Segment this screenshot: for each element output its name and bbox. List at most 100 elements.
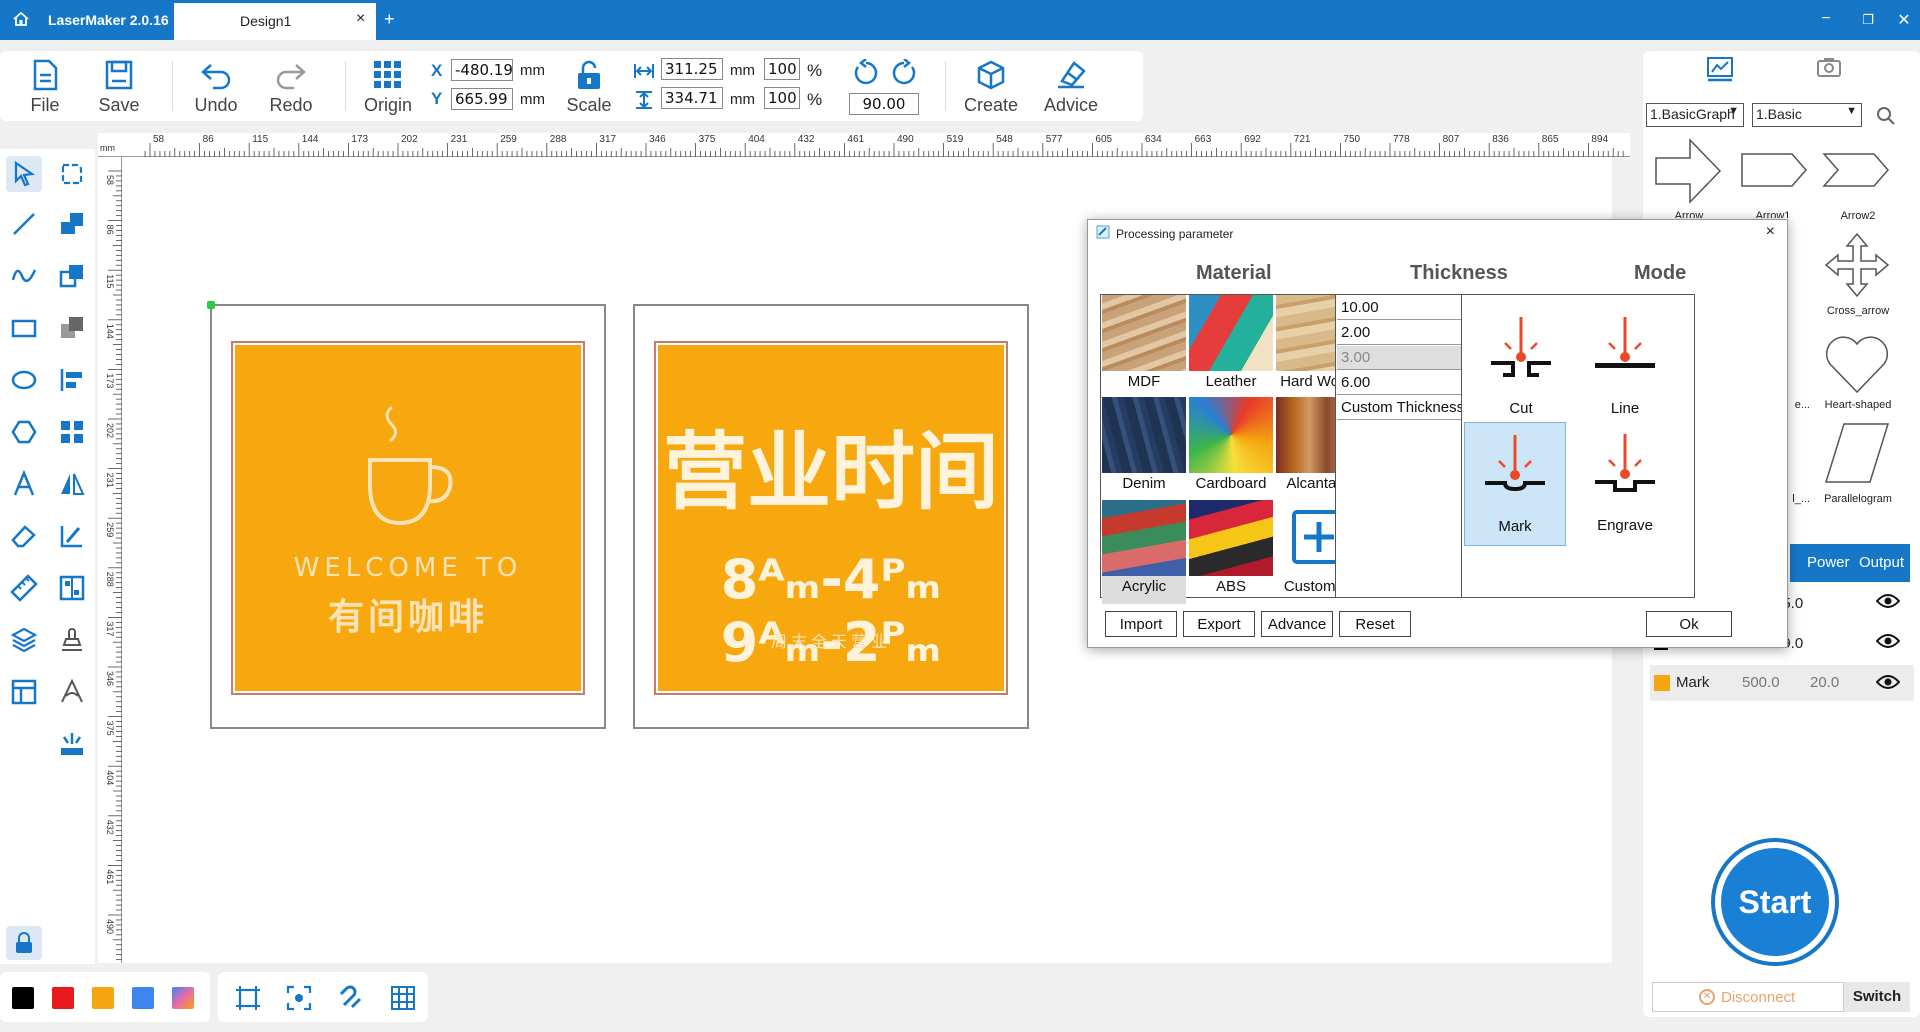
y-position-input[interactable]: 665.99 — [451, 88, 513, 110]
tab-design1[interactable]: Design1 × — [174, 3, 376, 40]
height-percent-input[interactable]: 100 — [764, 87, 800, 109]
height-input[interactable]: 334.71 — [661, 87, 723, 109]
color-swatch-black[interactable] — [12, 987, 34, 1009]
eye-icon[interactable] — [1875, 632, 1901, 655]
color-swatch-orange[interactable] — [92, 987, 114, 1009]
rotate-ccw-icon[interactable] — [852, 58, 880, 92]
disconnect-button[interactable]: ✕ Disconnect — [1652, 982, 1844, 1012]
maximize-icon[interactable]: ❐ — [1858, 12, 1878, 28]
rotate-cw-icon[interactable] — [890, 58, 918, 92]
color-swatch-red[interactable] — [52, 987, 74, 1009]
selection-handle[interactable] — [207, 301, 215, 309]
draw-chart-icon[interactable] — [58, 522, 86, 550]
switch-button[interactable]: Switch — [1844, 982, 1910, 1012]
create-label: Create — [963, 95, 1019, 115]
graphics-tab-icon[interactable] — [1706, 56, 1734, 87]
mode-cut[interactable]: Cut — [1470, 305, 1572, 429]
reset-button[interactable]: Reset — [1339, 611, 1411, 637]
arrow-shape[interactable] — [1654, 136, 1724, 211]
mirror-icon[interactable] — [58, 470, 86, 498]
x-position-input[interactable]: -480.19 — [451, 59, 513, 81]
fit-selection-icon[interactable] — [286, 985, 312, 1011]
layers-icon[interactable] — [10, 626, 38, 654]
material-acrylic[interactable]: Acrylic — [1102, 500, 1186, 604]
new-tab-button[interactable]: + — [384, 9, 395, 30]
subtract-icon[interactable] — [58, 314, 86, 342]
material-denim[interactable]: Denim — [1102, 397, 1186, 501]
home-icon[interactable] — [12, 10, 32, 30]
mode-engrave[interactable]: Engrave — [1574, 422, 1676, 546]
redo-button[interactable]: Redo — [265, 59, 317, 116]
ruler-unit: mm — [100, 143, 115, 153]
mode-label: Mark — [1498, 518, 1532, 535]
arrow1-shape[interactable] — [1740, 150, 1810, 195]
undo-button[interactable]: Undo — [190, 59, 242, 116]
category-select[interactable]: 1.BasicGraph ▼ — [1646, 103, 1744, 127]
ok-button[interactable]: Ok — [1646, 611, 1732, 637]
rectangle-tool-icon[interactable] — [10, 314, 38, 342]
stamp-icon[interactable] — [58, 626, 86, 654]
minimize-icon[interactable]: − — [1816, 10, 1836, 28]
qr-code-icon[interactable] — [58, 574, 86, 602]
curve-tool-icon[interactable] — [10, 262, 38, 290]
denim-image — [1102, 397, 1186, 473]
eye-icon[interactable] — [1875, 592, 1901, 615]
parallelogram-shape[interactable] — [1822, 422, 1892, 489]
ruler-tool-icon[interactable] — [10, 574, 38, 602]
ruler-label: 173 — [105, 373, 115, 388]
width-input[interactable]: 311.25 — [661, 58, 723, 80]
eye-icon[interactable] — [1875, 673, 1901, 696]
cross-arrow-shape[interactable] — [1824, 232, 1890, 303]
advance-button[interactable]: Advance — [1261, 611, 1333, 637]
magnet-snap-icon[interactable] — [338, 985, 364, 1011]
text-tool-icon[interactable] — [10, 470, 38, 498]
align-left-icon[interactable] — [58, 366, 86, 394]
rotation-input[interactable]: 90.00 — [849, 93, 919, 115]
color-swatch-multi[interactable] — [172, 987, 194, 1009]
polygon-tool-icon[interactable] — [10, 418, 38, 446]
advice-button[interactable]: Advice — [1038, 59, 1104, 116]
style-select[interactable]: 1.Basic ▼ — [1752, 103, 1862, 127]
tab-close-icon[interactable]: × — [356, 10, 365, 28]
material-mdf[interactable]: MDF — [1102, 295, 1186, 399]
select-tool-icon[interactable] — [10, 160, 38, 188]
material-leather[interactable]: Leather — [1189, 295, 1273, 399]
eraser-icon[interactable] — [10, 522, 38, 550]
material-cardboard[interactable]: Cardboard — [1189, 397, 1273, 501]
ruler-label: 346 — [105, 671, 115, 686]
layout-icon[interactable] — [10, 678, 38, 706]
ruler-label: 807 — [1443, 134, 1460, 145]
grid-icon[interactable] — [390, 985, 416, 1011]
color-swatch-blue[interactable] — [132, 987, 154, 1009]
array-icon[interactable] — [58, 418, 86, 446]
copy-shape-icon[interactable] — [58, 262, 86, 290]
pen-tool-icon[interactable] — [58, 678, 86, 706]
mode-line[interactable]: Line — [1574, 305, 1676, 429]
scale-lock-button[interactable]: Scale — [561, 59, 617, 116]
origin-button[interactable]: Origin — [360, 59, 416, 116]
node-edit-icon[interactable] — [58, 160, 86, 188]
lock-button[interactable] — [6, 926, 42, 960]
save-button[interactable]: Save — [96, 59, 142, 116]
heart-shape[interactable] — [1822, 330, 1892, 401]
width-percent-input[interactable]: 100 — [764, 58, 800, 80]
laser-dots-icon[interactable] — [58, 730, 86, 758]
create-button[interactable]: Create — [958, 59, 1024, 116]
search-icon[interactable] — [1876, 106, 1896, 131]
arrow2-shape[interactable] — [1822, 150, 1892, 195]
ellipse-tool-icon[interactable] — [10, 366, 38, 394]
layer-row-mark[interactable]: Mark 500.0 20.0 — [1650, 665, 1914, 701]
dialog-close-icon[interactable]: × — [1766, 223, 1775, 241]
ruler-label: 346 — [649, 134, 666, 145]
camera-tab-icon[interactable] — [1816, 56, 1842, 83]
fit-page-icon[interactable] — [235, 985, 261, 1011]
material-abs[interactable]: ABS — [1189, 500, 1273, 604]
start-button[interactable]: Start — [1711, 838, 1839, 966]
line-tool-icon[interactable] — [10, 210, 38, 238]
close-window-icon[interactable]: ✕ — [1894, 10, 1914, 30]
file-button[interactable]: File — [22, 59, 68, 116]
mode-mark-selected[interactable]: Mark — [1464, 422, 1566, 546]
import-button[interactable]: Import — [1105, 611, 1177, 637]
combine-icon[interactable] — [58, 210, 86, 238]
export-button[interactable]: Export — [1183, 611, 1255, 637]
